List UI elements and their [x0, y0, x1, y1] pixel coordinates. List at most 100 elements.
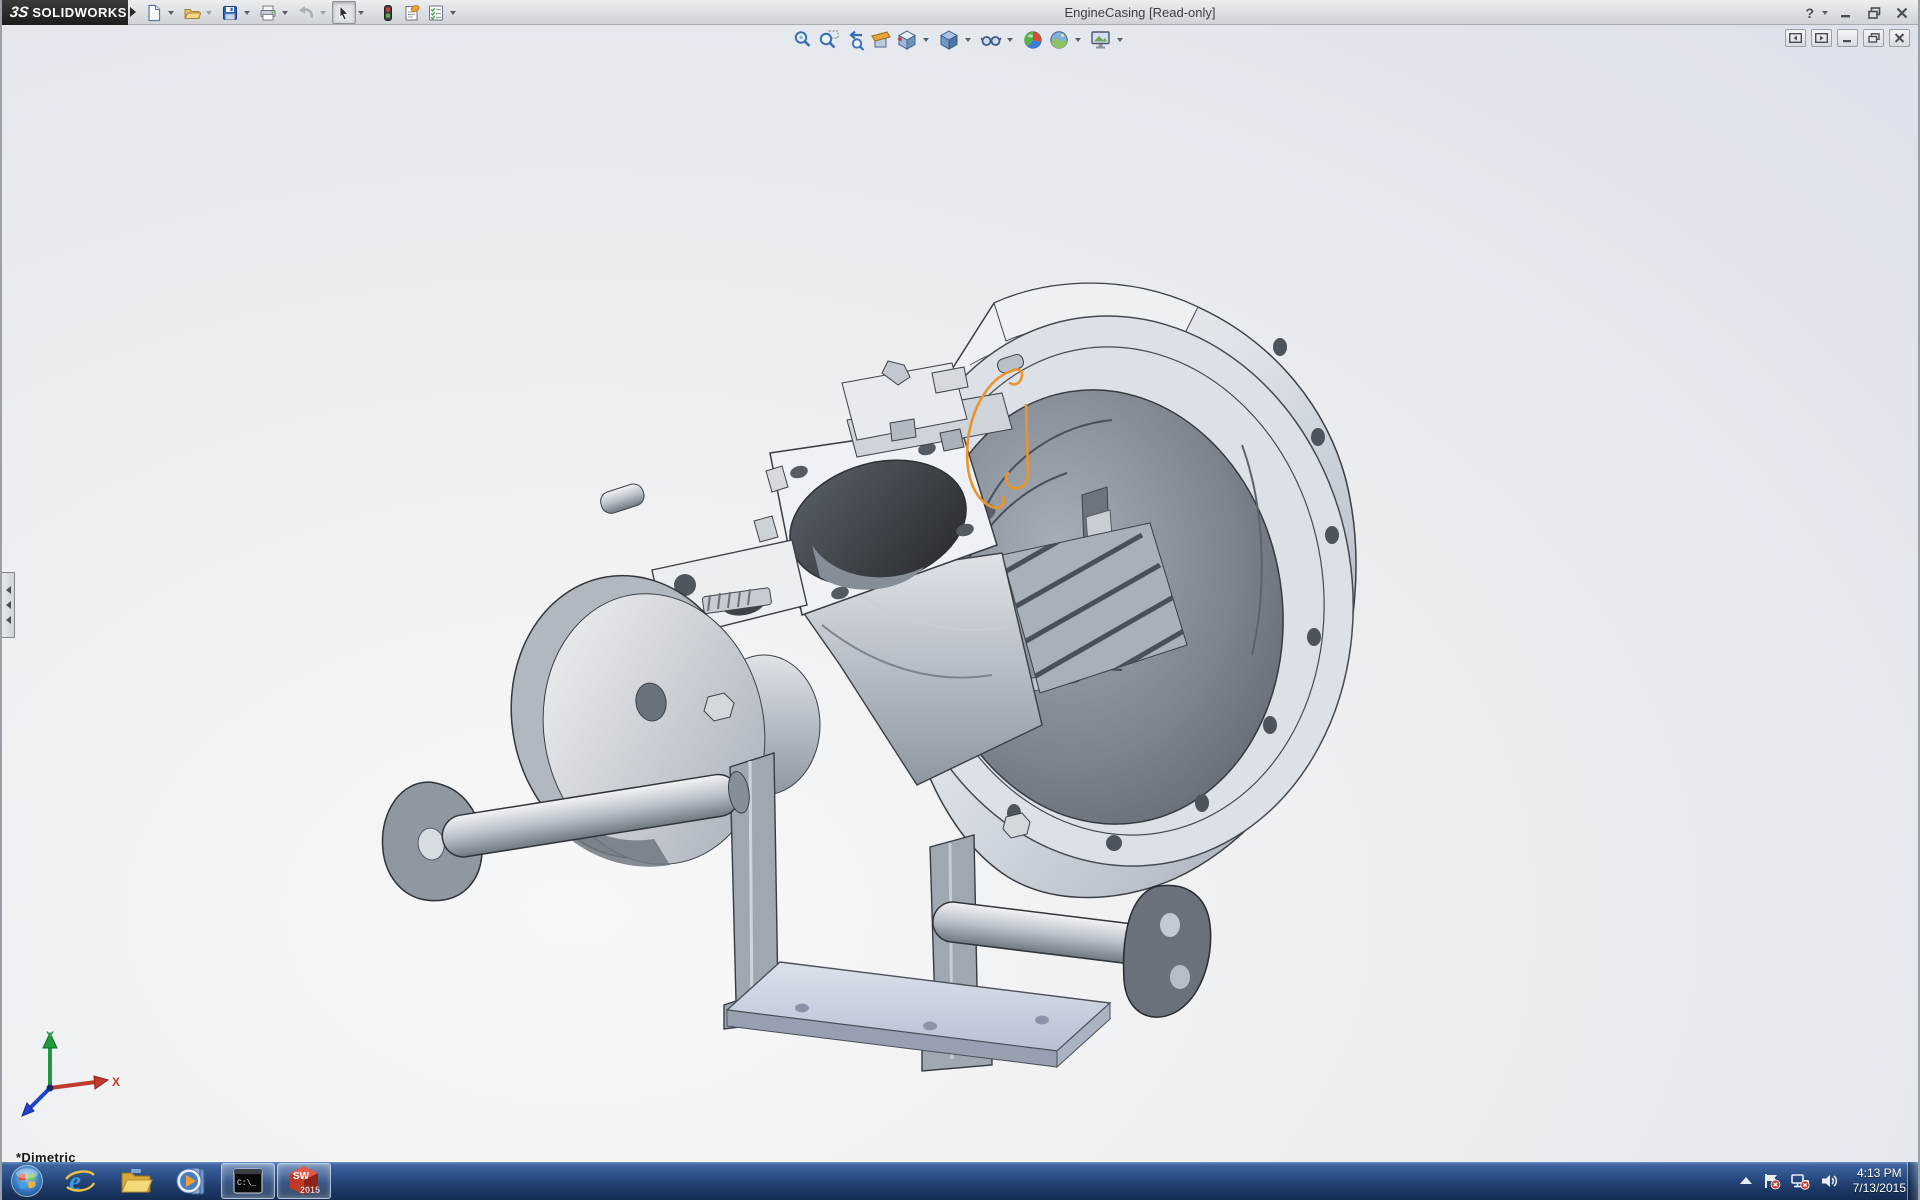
options-checklist-icon: [427, 4, 445, 22]
taskbar-solidworks[interactable]: SW 2015: [277, 1163, 331, 1199]
rebuild-traffic-light-icon: [379, 4, 397, 22]
save-dropdown-caret[interactable]: [244, 11, 250, 15]
save-floppy-icon: [221, 4, 239, 22]
close-button[interactable]: [1892, 5, 1912, 21]
system-tray: 4:13 PM 7/13/2015: [1739, 1162, 1906, 1200]
action-center-button[interactable]: [1763, 1172, 1781, 1190]
hide-show-items-caret[interactable]: [1007, 38, 1013, 42]
new-dropdown-caret[interactable]: [168, 11, 174, 15]
right-shaft-bracket[interactable]: [1124, 885, 1211, 1017]
left-pane-button[interactable]: [1785, 29, 1806, 47]
solidworks-2015-icon: SW 2015: [287, 1165, 321, 1197]
taskbar-command-prompt[interactable]: C:\_: [221, 1163, 275, 1199]
select-tool-button[interactable]: [332, 1, 356, 24]
zoom-to-fit-icon: [792, 29, 814, 51]
volume-button[interactable]: [1821, 1173, 1839, 1189]
network-status-button[interactable]: [1791, 1172, 1811, 1190]
hide-show-items-button[interactable]: [979, 28, 1003, 52]
previous-view-icon: [844, 29, 866, 51]
select-cursor-icon: [335, 4, 353, 22]
solidworks-logo[interactable]: 3S SOLIDWORKS: [2, 0, 128, 25]
apply-scene-button[interactable]: [1047, 28, 1071, 52]
doc-close-icon: [1894, 33, 1905, 43]
new-document-icon: [145, 4, 163, 22]
undo-button[interactable]: [294, 1, 318, 24]
headsup-view-toolbar: [791, 28, 1129, 52]
section-view-icon: [870, 29, 892, 51]
select-dropdown-caret[interactable]: [358, 11, 364, 15]
pane-right-icon: [1815, 33, 1828, 43]
display-style-button[interactable]: [937, 28, 961, 52]
command-prompt-icon: C:\_: [233, 1168, 263, 1194]
print-button[interactable]: [256, 1, 280, 24]
graphics-viewport[interactable]: Y X *Dimetric: [2, 25, 1918, 1162]
view-orientation-cube-icon: [896, 29, 918, 51]
right-pane-button[interactable]: [1811, 29, 1832, 47]
svg-text:SW: SW: [293, 1171, 310, 1182]
previous-view-button[interactable]: [843, 28, 867, 52]
dassault-3ds-logo-icon: 3S: [9, 4, 30, 21]
open-dropdown-caret[interactable]: [206, 11, 212, 15]
taskbar-media-player[interactable]: [165, 1163, 219, 1199]
engine-casing-model[interactable]: [2, 25, 1920, 1162]
options-button[interactable]: [424, 1, 448, 24]
file-properties-button[interactable]: [400, 1, 424, 24]
show-desktop-button[interactable]: [1907, 1162, 1918, 1200]
zoom-to-area-button[interactable]: [817, 28, 841, 52]
windows-explorer-folder-icon: [119, 1166, 153, 1196]
clock-time: 4:13 PM: [1853, 1166, 1906, 1181]
view-settings-caret[interactable]: [1117, 38, 1123, 42]
svg-text:C:\_: C:\_: [237, 1179, 256, 1188]
new-document-button[interactable]: [142, 1, 166, 24]
display-style-caret[interactable]: [965, 38, 971, 42]
view-settings-button[interactable]: [1089, 28, 1113, 52]
taskbar-clock[interactable]: 4:13 PM 7/13/2015: [1853, 1166, 1906, 1196]
open-button[interactable]: [180, 1, 204, 24]
taskbar-internet-explorer[interactable]: e: [53, 1163, 107, 1199]
window-title: EngineCasing [Read-only]: [472, 0, 1808, 25]
view-orientation-button[interactable]: [895, 28, 919, 52]
collapse-arrow-icon: [6, 586, 11, 594]
undo-dropdown-caret[interactable]: [320, 11, 326, 15]
file-properties-icon: [403, 4, 421, 22]
show-hidden-icons-button[interactable]: [1739, 1176, 1753, 1186]
zoom-to-area-icon: [818, 29, 840, 51]
window-controls: ?: [1805, 0, 1912, 25]
help-icon[interactable]: ?: [1805, 5, 1814, 21]
volume-speaker-icon: [1821, 1173, 1839, 1189]
triad-y-label: Y: [46, 1029, 54, 1043]
undo-icon: [297, 4, 315, 22]
display-style-cube-icon: [938, 29, 960, 51]
edit-appearance-button[interactable]: [1021, 28, 1045, 52]
view-settings-monitor-icon: [1090, 29, 1112, 51]
start-button[interactable]: [3, 1163, 51, 1199]
help-dropdown-caret[interactable]: [1822, 11, 1828, 15]
menu-flyout-arrow-icon[interactable]: [130, 7, 136, 17]
collapse-arrow-icon: [6, 616, 11, 624]
save-button[interactable]: [218, 1, 242, 24]
rebuild-button[interactable]: [376, 1, 400, 24]
base-plate[interactable]: [727, 962, 1110, 1067]
doc-minimize-button[interactable]: [1837, 29, 1858, 47]
zoom-to-fit-button[interactable]: [791, 28, 815, 52]
pane-left-icon: [1789, 33, 1802, 43]
print-dropdown-caret[interactable]: [282, 11, 288, 15]
minimize-button[interactable]: [1836, 5, 1856, 21]
brand-name: SOLIDWORKS: [32, 5, 127, 20]
doc-restore-button[interactable]: [1863, 29, 1884, 47]
bracket-hole: [1170, 965, 1190, 989]
restore-icon: [1868, 7, 1881, 19]
options-dropdown-caret[interactable]: [450, 11, 456, 15]
triad-x-label: X: [112, 1075, 120, 1089]
restore-button[interactable]: [1864, 5, 1884, 21]
doc-close-button[interactable]: [1889, 29, 1910, 47]
network-disconnected-icon: [1791, 1172, 1811, 1190]
view-orientation-caret[interactable]: [923, 38, 929, 42]
print-icon: [259, 4, 277, 22]
apply-scene-caret[interactable]: [1075, 38, 1081, 42]
solidworks-app-window: 3S SOLIDWORKS: [0, 0, 1920, 1200]
featuremanager-collapsed-tab[interactable]: [2, 572, 15, 638]
taskbar-windows-explorer[interactable]: [109, 1163, 163, 1199]
section-view-button[interactable]: [869, 28, 893, 52]
show-hidden-icons-arrow-icon: [1739, 1176, 1753, 1186]
